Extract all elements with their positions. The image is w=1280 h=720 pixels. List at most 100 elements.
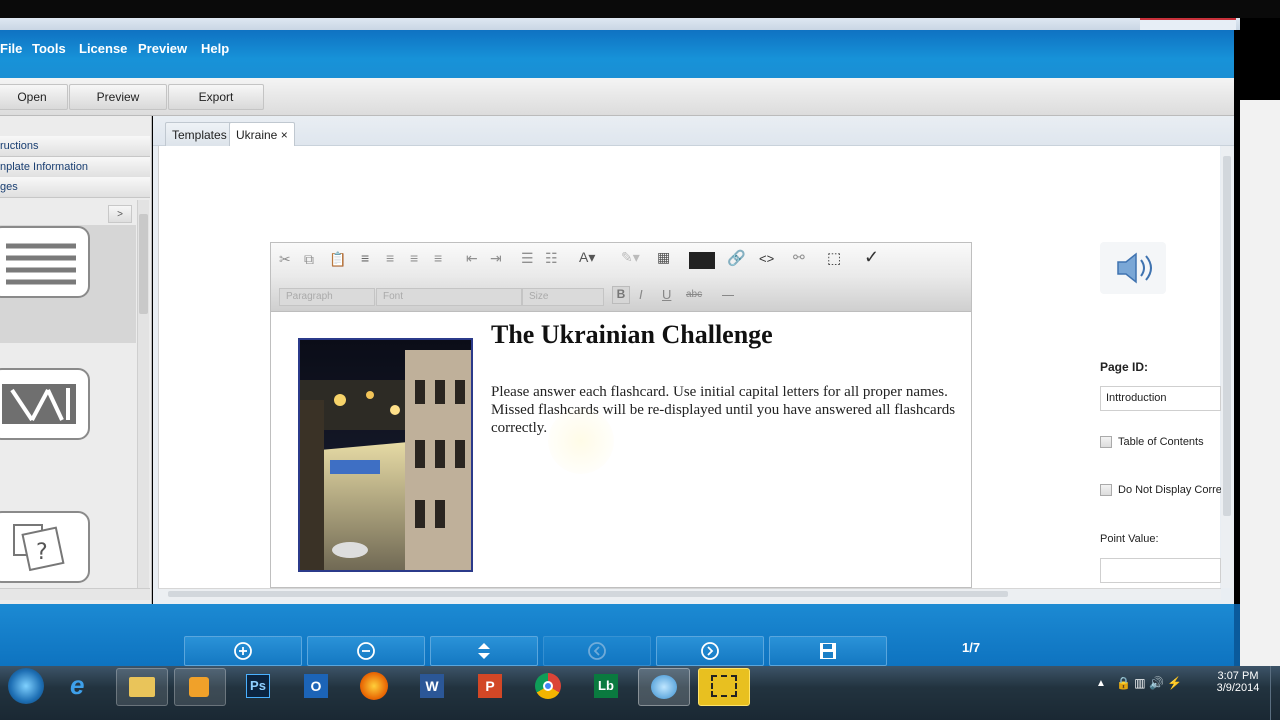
outlook-icon: O bbox=[304, 674, 328, 698]
section-pages[interactable]: ges bbox=[0, 177, 150, 198]
tray-icons[interactable]: 🔒 ▥ 🔊 ⚡ bbox=[1116, 676, 1182, 690]
minus-circle-icon bbox=[357, 642, 375, 660]
page-id-input[interactable]: Inttroduction bbox=[1100, 386, 1221, 411]
reorder-page-button[interactable] bbox=[430, 636, 538, 666]
menu-file[interactable]: File bbox=[0, 41, 22, 56]
outdent-icon[interactable]: ⇤ bbox=[466, 250, 478, 267]
section-instructions-label: ructions bbox=[0, 140, 39, 152]
text-lines-icon bbox=[6, 243, 76, 285]
menu-tools[interactable]: Tools bbox=[32, 41, 66, 56]
italic-button[interactable]: I bbox=[639, 287, 643, 302]
tab-templates-label: Templates bbox=[172, 128, 227, 142]
code-view-icon[interactable]: <> bbox=[759, 251, 774, 266]
left-scroll-thumb[interactable] bbox=[139, 214, 148, 314]
bullet-list-icon[interactable]: ☰ bbox=[521, 250, 534, 267]
strikethrough-button[interactable]: abc bbox=[686, 289, 702, 300]
taskbar-chrome[interactable] bbox=[522, 668, 572, 704]
highlight-icon[interactable]: ✎▾ bbox=[621, 249, 640, 266]
remove-page-button[interactable] bbox=[307, 636, 425, 666]
align-center-icon[interactable]: ≡ bbox=[386, 250, 394, 266]
align-left-icon[interactable]: ≡ bbox=[361, 250, 369, 266]
taskbar-explorer[interactable] bbox=[116, 668, 168, 706]
copy-icon[interactable]: ⧉ bbox=[304, 251, 314, 268]
size-select[interactable]: Size bbox=[522, 288, 604, 306]
background-window-edge bbox=[1240, 18, 1280, 666]
add-page-button[interactable] bbox=[184, 636, 302, 666]
canvas-vertical-scrollbar[interactable] bbox=[1221, 146, 1233, 588]
up-down-arrow-icon bbox=[478, 643, 490, 659]
unlink-icon[interactable]: ⚯ bbox=[793, 249, 805, 266]
bold-button[interactable]: B bbox=[612, 286, 630, 304]
show-desktop-button[interactable] bbox=[1270, 666, 1280, 720]
underline-button[interactable]: U bbox=[662, 287, 671, 302]
left-hscrollbar[interactable] bbox=[0, 588, 150, 600]
taskbar-photoshop[interactable]: Ps bbox=[232, 668, 282, 704]
expand-button[interactable]: > bbox=[108, 205, 132, 223]
numbered-list-icon[interactable]: ☷ bbox=[545, 250, 558, 267]
window-close-button[interactable] bbox=[1140, 18, 1236, 30]
paste-icon[interactable]: 📋 bbox=[329, 251, 346, 268]
menu-license[interactable]: License bbox=[79, 41, 127, 56]
indent-icon[interactable]: ⇥ bbox=[490, 250, 502, 267]
menu-preview[interactable]: Preview bbox=[138, 41, 187, 56]
align-justify-icon[interactable]: ≡ bbox=[434, 250, 442, 266]
lectora-icon: Lb bbox=[594, 674, 618, 698]
taskbar-outlook[interactable]: O bbox=[290, 668, 340, 704]
taskbar-network-app[interactable] bbox=[638, 668, 690, 706]
text-color-icon[interactable]: A▾ bbox=[579, 249, 595, 266]
taskbar-media[interactable] bbox=[174, 668, 226, 706]
start-button[interactable] bbox=[8, 668, 44, 704]
left-panel-scrollbar[interactable] bbox=[137, 200, 149, 588]
tab-templates[interactable]: Templates bbox=[165, 122, 234, 147]
taskbar-ie[interactable]: e bbox=[58, 668, 108, 704]
canvas-hscroll-thumb[interactable] bbox=[168, 591, 1008, 597]
format-select[interactable]: Paragraph bbox=[279, 288, 375, 306]
cut-icon[interactable]: ✂ bbox=[279, 251, 291, 268]
close-tab-icon[interactable]: × bbox=[281, 128, 288, 142]
previous-page-button[interactable] bbox=[543, 636, 651, 666]
show-hidden-icons[interactable]: ▲ bbox=[1096, 678, 1106, 689]
page-thumbnail-question[interactable]: ? bbox=[0, 511, 90, 583]
street-photo[interactable] bbox=[298, 338, 473, 572]
taskbar-firefox[interactable] bbox=[348, 668, 398, 704]
section-template-information[interactable]: nplate Information bbox=[0, 157, 150, 178]
canvas-horizontal-scrollbar[interactable] bbox=[158, 588, 1221, 600]
save-button[interactable] bbox=[769, 636, 887, 666]
question-card-icon: ? bbox=[13, 524, 65, 572]
point-value-input[interactable] bbox=[1100, 558, 1221, 583]
next-page-button[interactable] bbox=[656, 636, 764, 666]
tab-strip: Templates Ukraine × bbox=[153, 116, 1234, 147]
preview-button[interactable]: Preview bbox=[69, 84, 167, 110]
table-icon[interactable]: ▦ bbox=[657, 249, 670, 266]
toc-checkbox[interactable] bbox=[1100, 436, 1112, 448]
folder-icon bbox=[129, 677, 155, 697]
open-button[interactable]: Open bbox=[0, 84, 68, 110]
font-select[interactable]: Font bbox=[376, 288, 522, 306]
page-thumbnail-flashcards[interactable] bbox=[0, 368, 90, 440]
align-right-icon[interactable]: ≡ bbox=[410, 250, 418, 266]
system-clock[interactable]: 3:07 PM 3/9/2014 bbox=[1212, 670, 1264, 694]
taskbar-powerpoint[interactable]: P bbox=[464, 668, 514, 704]
fullscreen-icon[interactable]: ⬚ bbox=[827, 249, 841, 267]
menu-bar: File Tools License Preview Help bbox=[0, 30, 1234, 78]
taskbar-snipping-tool[interactable] bbox=[698, 668, 750, 706]
taskbar-word[interactable]: W bbox=[406, 668, 456, 704]
checkmark-icon[interactable]: ✓ bbox=[864, 247, 879, 268]
tab-ukraine-label: Ukraine bbox=[236, 128, 278, 142]
horizontal-rule-icon[interactable] bbox=[722, 295, 734, 296]
tab-ukraine[interactable]: Ukraine × bbox=[229, 122, 295, 147]
canvas-vscroll-thumb[interactable] bbox=[1223, 156, 1231, 516]
do-not-display-label: Do Not Display Corre bbox=[1118, 484, 1221, 496]
section-template-information-label: nplate Information bbox=[0, 161, 89, 173]
page-thumbnail-text[interactable] bbox=[0, 226, 90, 298]
image-icon[interactable] bbox=[689, 252, 715, 269]
cursor-highlight bbox=[548, 408, 614, 474]
section-instructions[interactable]: ructions bbox=[0, 136, 150, 157]
do-not-display-checkbox[interactable] bbox=[1100, 484, 1112, 496]
export-button[interactable]: Export bbox=[168, 84, 264, 110]
taskbar-lectora[interactable]: Lb bbox=[580, 668, 630, 704]
link-icon[interactable]: 🔗 bbox=[727, 249, 746, 267]
menu-help[interactable]: Help bbox=[201, 41, 229, 56]
audio-button[interactable] bbox=[1100, 242, 1166, 294]
page-indicator: 1/7 bbox=[962, 640, 981, 655]
